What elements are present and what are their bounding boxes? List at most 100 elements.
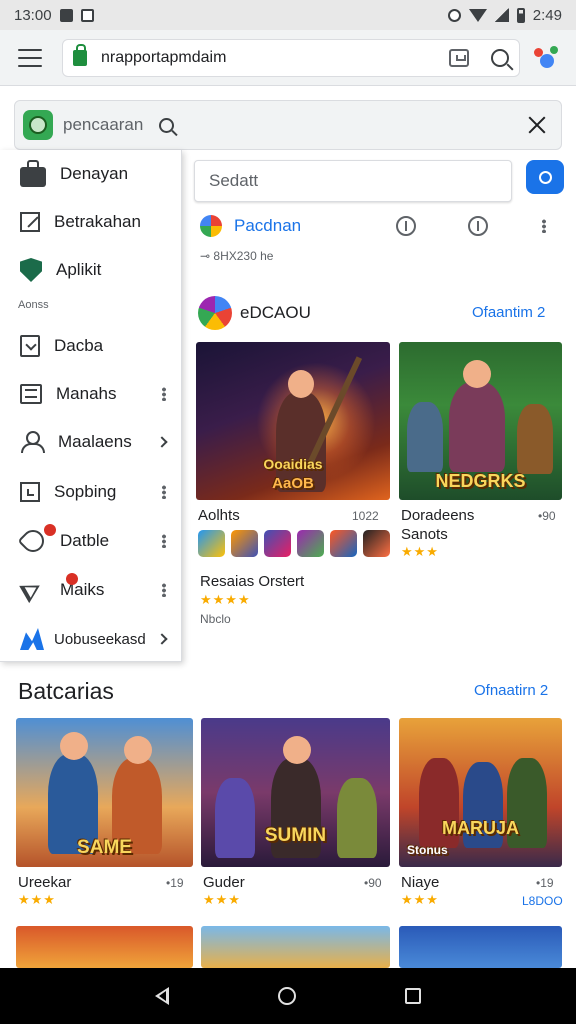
game-meta-2: •90: [538, 509, 556, 523]
game-extra-row2-3: L8DOO: [522, 894, 563, 908]
drawer-item-label: Betrakahan: [54, 212, 141, 231]
lock-icon: [73, 43, 87, 66]
ally-figure: [407, 402, 443, 472]
game-meta-1: 1022: [352, 509, 379, 523]
close-icon[interactable]: [527, 115, 547, 135]
drawer-item-maalaens[interactable]: Maalaens: [0, 421, 182, 463]
app-thumb-icon[interactable]: [264, 530, 291, 557]
mini-app-icons: [198, 530, 390, 557]
drawer-item-manahs[interactable]: Manahs: [0, 373, 182, 415]
game-meta-row2-2: •90: [364, 876, 382, 890]
url-bar[interactable]: nrapportapmdaim: [62, 38, 520, 77]
notification-badge: [66, 573, 78, 585]
status-bar: 13:00 2:49: [0, 0, 576, 30]
drawer-item-label: Manahs: [56, 384, 117, 403]
drawer-item-label: Aplikit: [56, 260, 102, 279]
game-card-row2-2[interactable]: SUMIN: [201, 718, 390, 867]
browser-toolbar: nrapportapmdaim: [0, 30, 576, 86]
pinwheel-logo-icon: [198, 296, 232, 330]
chevron-right-icon[interactable]: [156, 436, 168, 448]
recents-icon[interactable]: [405, 988, 422, 1004]
app-thumb-icon[interactable]: [363, 530, 390, 557]
game-name-row2-2: Guder: [203, 874, 245, 891]
game-card-row3-3[interactable]: [399, 926, 562, 968]
blue-logo-icon: [20, 628, 44, 650]
see-more-link[interactable]: Ofaantim 2: [472, 304, 545, 321]
notification-icon-2: [80, 8, 94, 22]
app-thumb-icon[interactable]: [297, 530, 324, 557]
pacdnan-subtitle: ⊸ 8HX230 he: [200, 249, 274, 263]
url-text: nrapportapmdaim: [101, 48, 227, 66]
notification-icon: [59, 8, 73, 22]
home-icon[interactable]: [277, 987, 296, 1005]
hero-head: [283, 736, 311, 764]
game-title-3: Resaias Orstert: [200, 573, 305, 590]
app-thumb-icon[interactable]: [198, 530, 225, 557]
drawer-item-maiks[interactable]: Maiks: [0, 569, 182, 611]
game-card-1[interactable]: Ooaidias AaOB: [196, 342, 390, 500]
rating-stars-row2-2: ★★★: [203, 892, 241, 907]
more-vert-icon[interactable]: [162, 387, 166, 401]
game-card-row2-1[interactable]: SAME: [16, 718, 193, 867]
app-thumb-icon[interactable]: [231, 530, 258, 557]
hero-figure: [449, 382, 505, 472]
pacdnan-title: Pacdnan: [234, 216, 302, 235]
section-title: eDCAOU: [240, 303, 311, 322]
drawer-item-aplikit[interactable]: Aplikit: [0, 249, 182, 291]
card-title-art: SAME: [77, 837, 132, 858]
game-card-2[interactable]: NEDGRKS: [399, 342, 562, 500]
card-title-art: Ooaidias: [263, 456, 323, 472]
more-vert-icon[interactable]: [162, 583, 166, 597]
signal-icon: [494, 8, 509, 22]
game-card-row3-1[interactable]: [16, 926, 193, 968]
send-icon: [20, 579, 42, 601]
assistant-icon[interactable]: [534, 45, 560, 71]
drawer-item-denayan[interactable]: Denayan: [0, 153, 182, 195]
drawer-item-datble[interactable]: Datble: [0, 520, 182, 562]
battery-icon: [516, 7, 525, 23]
hero-head: [60, 732, 88, 760]
inner-search-button[interactable]: [526, 160, 564, 194]
info-icon[interactable]: [396, 216, 416, 236]
see-more-link[interactable]: Ofnaatirn 2: [474, 682, 548, 699]
drawer-item-uobuseekasd[interactable]: Uobuseekasd: [0, 618, 182, 660]
drawer-item-dacba[interactable]: Dacba: [0, 325, 182, 367]
edit-icon: [20, 212, 40, 232]
more-vert-icon[interactable]: [162, 534, 166, 548]
tabs-icon[interactable]: [449, 48, 469, 67]
more-vert-icon[interactable]: [542, 219, 546, 233]
settings-icon[interactable]: [468, 216, 488, 236]
app-logo-icon: [23, 110, 53, 140]
search-icon[interactable]: [159, 117, 175, 133]
rating-stars-2: ★★★: [401, 544, 439, 559]
drawer-item-label: Uobuseekasd: [54, 630, 146, 648]
search-icon: [538, 170, 552, 184]
search-placeholder: pencaaran: [63, 115, 144, 134]
list-icon: [20, 384, 42, 404]
hero-head: [463, 360, 491, 388]
game-card-row3-2[interactable]: [201, 926, 390, 968]
alarm-icon: [447, 8, 461, 22]
system-nav-bar: [0, 968, 576, 1024]
more-vert-icon[interactable]: [162, 485, 166, 499]
status-clock: 2:49: [532, 6, 562, 24]
shield-icon: [20, 258, 42, 282]
inner-search-input[interactable]: Sedatt: [194, 160, 512, 202]
back-icon[interactable]: [154, 987, 169, 1005]
pacdnan-row[interactable]: Pacdnan: [200, 210, 566, 242]
drawer-item-sopbing[interactable]: Sopbing: [0, 471, 182, 513]
notification-badge: [44, 524, 56, 536]
menu-icon[interactable]: [18, 48, 42, 67]
drawer-item-betrakahan[interactable]: Betrakahan: [0, 201, 182, 243]
card-title-art: MARUJA: [441, 818, 519, 838]
section-header-1: eDCAOU: [198, 296, 311, 330]
chevron-right-icon[interactable]: [156, 633, 168, 645]
app-thumb-icon[interactable]: [330, 530, 357, 557]
game-card-row2-3[interactable]: MARUJA Stonus: [399, 718, 562, 867]
game-name-row2-3: Niaye: [401, 874, 440, 891]
page-search-bar[interactable]: pencaaran: [14, 100, 562, 150]
search-icon[interactable]: [491, 48, 509, 67]
status-time: 13:00: [14, 6, 52, 24]
card-subtitle-art: AaOB: [272, 475, 314, 492]
hero-head: [288, 370, 314, 398]
